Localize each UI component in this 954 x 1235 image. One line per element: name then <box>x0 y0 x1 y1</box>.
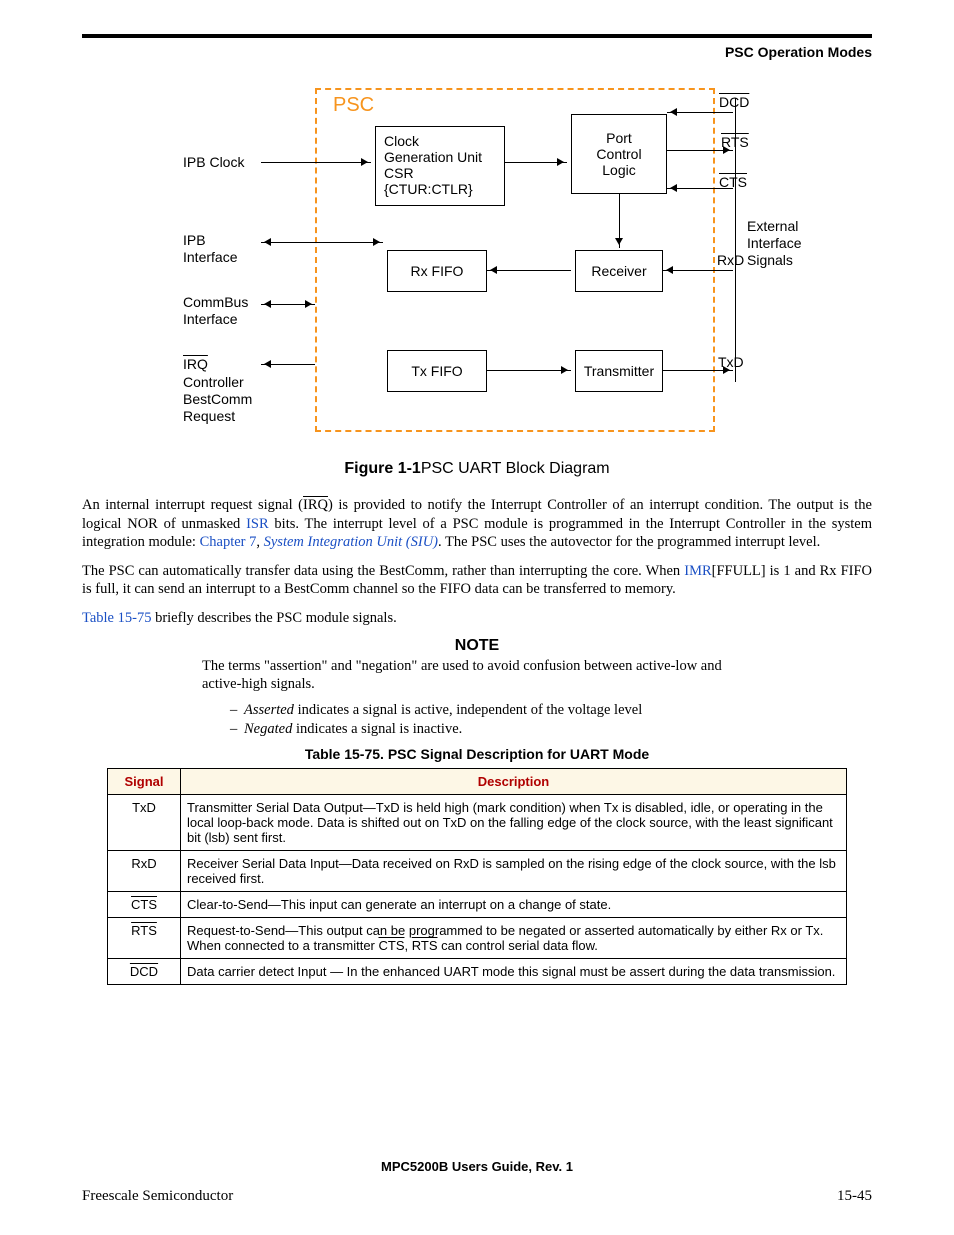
arrow-ipb-clock <box>261 162 371 163</box>
arrow-rxd-in <box>663 270 733 271</box>
arrow-txfifo-to-transmitter <box>487 370 571 371</box>
table-caption: Table 15-75. PSC Signal Description for … <box>82 746 872 762</box>
label-ipb-interface: IPB Interface <box>183 232 237 266</box>
signal-name: TxD <box>108 794 181 850</box>
signal-description: Data carrier detect Input — In the enhan… <box>181 958 847 984</box>
label-dcd: DCD <box>719 94 749 110</box>
arrow-receiver-to-rxfifo <box>487 270 571 271</box>
arrow-clock-to-port <box>505 162 567 163</box>
psc-label: PSC <box>333 94 374 117</box>
link-siu[interactable]: System Integration Unit (SIU) <box>264 534 438 550</box>
box-tx-fifo: Tx FIFO <box>387 350 487 392</box>
label-commbus: CommBus Interface <box>183 294 248 328</box>
paragraph-irq: An internal interrupt request signal (IR… <box>82 496 872 552</box>
arrow-irq <box>261 364 315 365</box>
header-rule <box>82 34 872 38</box>
arrow-rts <box>667 150 733 151</box>
label-rxd: RxD <box>717 252 744 269</box>
link-isr[interactable]: ISR <box>246 516 269 532</box>
figure-container: PSC IPB Clock IPB Interface CommBus Inte… <box>82 82 872 452</box>
box-clock-gen: Clock Generation Unit CSR {CTUR:CTLR} <box>375 126 505 206</box>
signal-description: Request-to-Send—This output can be progr… <box>181 917 847 958</box>
label-irq: IRQ <box>183 356 208 372</box>
table-row: RxDReceiver Serial Data Input—Data recei… <box>108 850 847 891</box>
signal-name: CTS <box>108 891 181 917</box>
table-row: DCDData carrier detect Input — In the en… <box>108 958 847 984</box>
footer-vendor: Freescale Semiconductor <box>82 1188 233 1205</box>
signal-name: RxD <box>108 850 181 891</box>
figure-number: Figure 1-1 <box>344 460 420 477</box>
signal-description: Transmitter Serial Data Output—TxD is he… <box>181 794 847 850</box>
footer-page-number: 15-45 <box>837 1188 872 1205</box>
arrow-ipb-if-r <box>261 242 383 243</box>
link-imr[interactable]: IMR <box>684 563 711 579</box>
box-transmitter: Transmitter <box>575 350 663 392</box>
link-table-15-75[interactable]: Table 15-75 <box>82 610 151 626</box>
paragraph-table-ref: Table 15-75 briefly describes the PSC mo… <box>82 609 872 628</box>
page-footer: MPC5200B Users Guide, Rev. 1 Freescale S… <box>82 1159 872 1205</box>
label-external-signals: External Interface Signals <box>747 218 801 268</box>
col-signal: Signal <box>108 768 181 794</box>
box-port-control: Port Control Logic <box>571 114 667 194</box>
bullet-asserted: –Asserted indicates a signal is active, … <box>230 702 872 719</box>
signal-name: DCD <box>108 958 181 984</box>
col-description: Description <box>181 768 847 794</box>
arrow-dcd <box>667 112 733 113</box>
arrow-cts <box>667 188 733 189</box>
figure-title: PSC UART Block Diagram <box>421 460 610 477</box>
note-bullets: –Asserted indicates a signal is active, … <box>230 702 872 738</box>
signal-description: Clear-to-Send—This input can generate an… <box>181 891 847 917</box>
signal-table: Signal Description TxDTransmitter Serial… <box>107 768 847 985</box>
signal-name: RTS <box>108 917 181 958</box>
arrow-txd-out <box>663 370 733 371</box>
note-heading: NOTE <box>82 637 872 655</box>
body-text: An internal interrupt request signal (IR… <box>82 496 872 627</box>
signal-description: Receiver Serial Data Input—Data received… <box>181 850 847 891</box>
table-row: TxDTransmitter Serial Data Output—TxD is… <box>108 794 847 850</box>
table-row: RTSRequest-to-Send—This output can be pr… <box>108 917 847 958</box>
box-receiver: Receiver <box>575 250 663 292</box>
table-row: CTSClear-to-Send—This input can generate… <box>108 891 847 917</box>
label-controller-bestcomm: Controller BestComm Request <box>183 374 252 424</box>
paragraph-bestcomm: The PSC can automatically transfer data … <box>82 562 872 599</box>
figure-caption: Figure 1-1PSC UART Block Diagram <box>82 460 872 478</box>
link-chapter7[interactable]: Chapter 7 <box>200 534 257 550</box>
footer-doc-id: MPC5200B Users Guide, Rev. 1 <box>82 1159 872 1174</box>
arrow-port-to-receiver <box>619 194 620 248</box>
block-diagram: PSC IPB Clock IPB Interface CommBus Inte… <box>157 82 797 452</box>
note-body: The terms "assertion" and "negation" are… <box>202 657 752 693</box>
bullet-negated: –Negated indicates a signal is inactive. <box>230 721 872 738</box>
label-ipb-clock: IPB Clock <box>183 154 244 171</box>
box-rx-fifo: Rx FIFO <box>387 250 487 292</box>
section-header: PSC Operation Modes <box>82 44 872 60</box>
